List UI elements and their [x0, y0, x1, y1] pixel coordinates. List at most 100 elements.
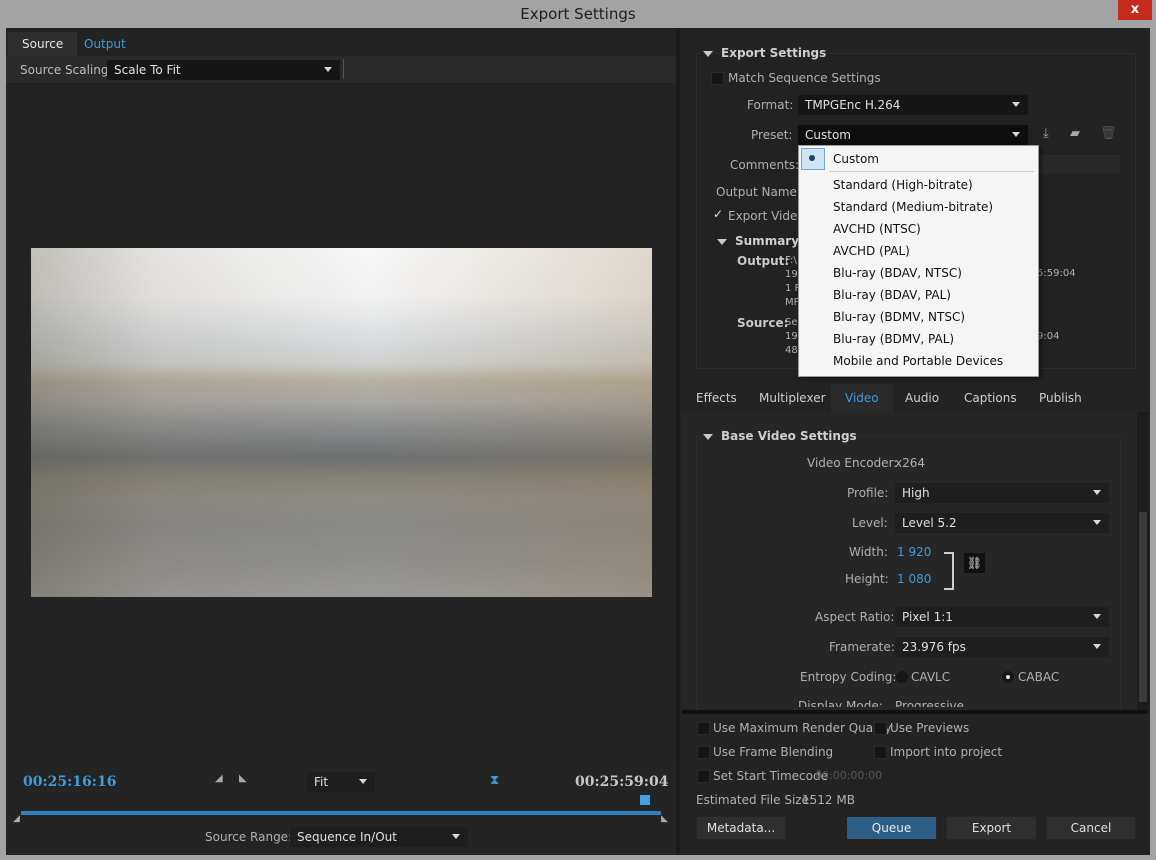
- base-video-settings-heading[interactable]: Base Video Settings: [703, 429, 857, 443]
- format-value: TMPGEnc H.264: [805, 98, 901, 112]
- start-timecode-value: 00:00:00:00: [815, 769, 883, 782]
- tab-output[interactable]: Output: [70, 32, 140, 56]
- preset-menu-item[interactable]: AVCHD (NTSC): [833, 222, 921, 236]
- frame-blending-label: Use Frame Blending: [713, 745, 834, 759]
- timeline-bar: 00:25:16:16 ◢ ◣ Fit ⧗ 00:25:59:04 ◢ ◣ So…: [6, 763, 676, 855]
- out-marker-icon[interactable]: ◣: [661, 814, 668, 824]
- set-in-point-icon[interactable]: ◢: [215, 773, 223, 784]
- tab-video[interactable]: Video: [831, 384, 893, 412]
- link-icon[interactable]: ⛓: [964, 553, 985, 573]
- preset-dropdown[interactable]: Custom: [798, 125, 1028, 145]
- frame-blending-checkbox[interactable]: [697, 746, 710, 759]
- height-value[interactable]: 1 080: [897, 572, 931, 586]
- window-frame-bottom: [0, 855, 1156, 860]
- source-scaling-dropdown[interactable]: Scale To Fit: [107, 60, 340, 80]
- cancel-button[interactable]: Cancel: [1046, 816, 1136, 840]
- aspect-ratio-dropdown[interactable]: Pixel 1:1: [895, 607, 1109, 627]
- export-settings-heading[interactable]: Export Settings: [703, 46, 826, 60]
- summary-source-right: 9:04: [1037, 331, 1060, 342]
- playhead-handle[interactable]: [640, 795, 650, 805]
- preset-menu-item[interactable]: Mobile and Portable Devices: [833, 354, 1003, 368]
- preset-menu-item[interactable]: Standard (Medium-bitrate): [833, 200, 993, 214]
- triangle-down-icon: [703, 50, 713, 57]
- tab-source[interactable]: Source: [8, 32, 78, 56]
- check-icon[interactable]: ✓: [713, 207, 723, 221]
- summary-output-right: 5:59:04: [1037, 268, 1076, 279]
- export-button[interactable]: Export: [946, 816, 1037, 840]
- output-name-label: Output Name:: [716, 185, 801, 199]
- radio-selected-icon: [809, 155, 815, 161]
- preset-menu-item[interactable]: Blu-ray (BDMV, PAL): [833, 332, 954, 346]
- tab-captions[interactable]: Captions: [956, 384, 1025, 412]
- tab-multiplexer[interactable]: Multiplexer: [751, 384, 834, 412]
- max-render-checkbox[interactable]: [697, 722, 710, 735]
- tab-publish[interactable]: Publish: [1031, 384, 1090, 412]
- import-preset-icon[interactable]: ▰: [1070, 126, 1080, 141]
- preset-menu-item[interactable]: Standard (High-bitrate): [833, 178, 973, 192]
- framerate-dropdown[interactable]: 23.976 fps: [895, 637, 1109, 657]
- delete-preset-icon[interactable]: 🗑: [1100, 126, 1117, 141]
- timeline-track[interactable]: [21, 811, 661, 815]
- import-project-checkbox[interactable]: [874, 746, 887, 759]
- framerate-label: Framerate:: [829, 640, 895, 654]
- comments-label: Comments:: [730, 158, 800, 172]
- source-range-value: Sequence In/Out: [297, 830, 397, 844]
- chevron-down-icon: [452, 834, 460, 839]
- source-scaling-value: Scale To Fit: [114, 63, 181, 77]
- settings-scrollbar[interactable]: [1137, 412, 1149, 710]
- comments-input[interactable]: [1037, 155, 1120, 174]
- window-title: Export Settings: [520, 5, 636, 23]
- source-range-dropdown[interactable]: Sequence In/Out: [290, 827, 468, 847]
- chevron-down-icon: [324, 67, 332, 72]
- title-bar: Export Settings x: [0, 0, 1156, 28]
- export-video-label: Export Video: [728, 209, 805, 223]
- file-size-value: 1512 MB: [802, 793, 855, 807]
- format-label: Format:: [747, 98, 794, 112]
- preset-value: Custom: [805, 128, 851, 142]
- framerate-value: 23.976 fps: [902, 640, 966, 654]
- save-preset-icon[interactable]: ⤓: [1043, 126, 1049, 141]
- scrollbar-thumb[interactable]: [1139, 512, 1147, 702]
- timecode-in[interactable]: 00:25:16:16: [23, 774, 116, 790]
- metadata-button[interactable]: Metadata...: [696, 816, 786, 840]
- tab-audio[interactable]: Audio: [897, 384, 947, 412]
- video-encoder-label: Video Encoder:: [807, 456, 898, 470]
- menu-separator: [829, 171, 1034, 172]
- width-value[interactable]: 1 920: [897, 545, 931, 559]
- cabac-radio[interactable]: [1002, 671, 1014, 683]
- aspect-ratio-correction-icon[interactable]: ⧗: [490, 773, 499, 788]
- tab-effects[interactable]: Effects: [688, 384, 745, 412]
- chevron-down-icon: [359, 779, 367, 784]
- format-dropdown[interactable]: TMPGEnc H.264: [798, 95, 1028, 115]
- use-previews-checkbox[interactable]: [874, 722, 887, 735]
- chevron-down-icon: [1012, 102, 1020, 107]
- entropy-coding-label: Entropy Coding:: [800, 670, 897, 684]
- set-out-point-icon[interactable]: ◣: [239, 773, 247, 784]
- video-encoder-value: x264: [895, 456, 926, 470]
- level-label: Level:: [852, 516, 888, 530]
- preset-menu-item[interactable]: AVCHD (PAL): [833, 244, 910, 258]
- constrain-bracket: [944, 552, 954, 590]
- preset-menu-item[interactable]: Blu-ray (BDAV, PAL): [833, 288, 951, 302]
- summary-output-label: Output:: [737, 254, 790, 268]
- summary-heading[interactable]: Summary: [717, 234, 799, 248]
- preset-menu-item[interactable]: Blu-ray (BDAV, NTSC): [833, 266, 962, 280]
- close-button[interactable]: x: [1118, 0, 1152, 20]
- start-timecode-checkbox[interactable]: [697, 770, 710, 783]
- timecode-out: 00:25:59:04: [575, 774, 669, 790]
- level-dropdown[interactable]: Level 5.2: [895, 513, 1109, 533]
- cavlc-label: CAVLC: [911, 670, 951, 684]
- cavlc-radio[interactable]: [896, 671, 908, 683]
- chevron-down-icon: [1093, 614, 1101, 619]
- preset-menu-item[interactable]: Blu-ray (BDMV, NTSC): [833, 310, 965, 324]
- width-label: Width:: [849, 545, 888, 559]
- preset-label: Preset:: [751, 128, 793, 142]
- match-sequence-label: Match Sequence Settings: [728, 71, 881, 85]
- queue-button[interactable]: Queue: [846, 816, 937, 840]
- in-marker-icon[interactable]: ◢: [13, 814, 20, 824]
- profile-dropdown[interactable]: High: [895, 483, 1109, 503]
- divider: [682, 710, 1148, 714]
- preset-menu-item[interactable]: Custom: [833, 152, 879, 166]
- zoom-dropdown[interactable]: Fit: [307, 772, 375, 792]
- match-sequence-checkbox[interactable]: [711, 72, 724, 85]
